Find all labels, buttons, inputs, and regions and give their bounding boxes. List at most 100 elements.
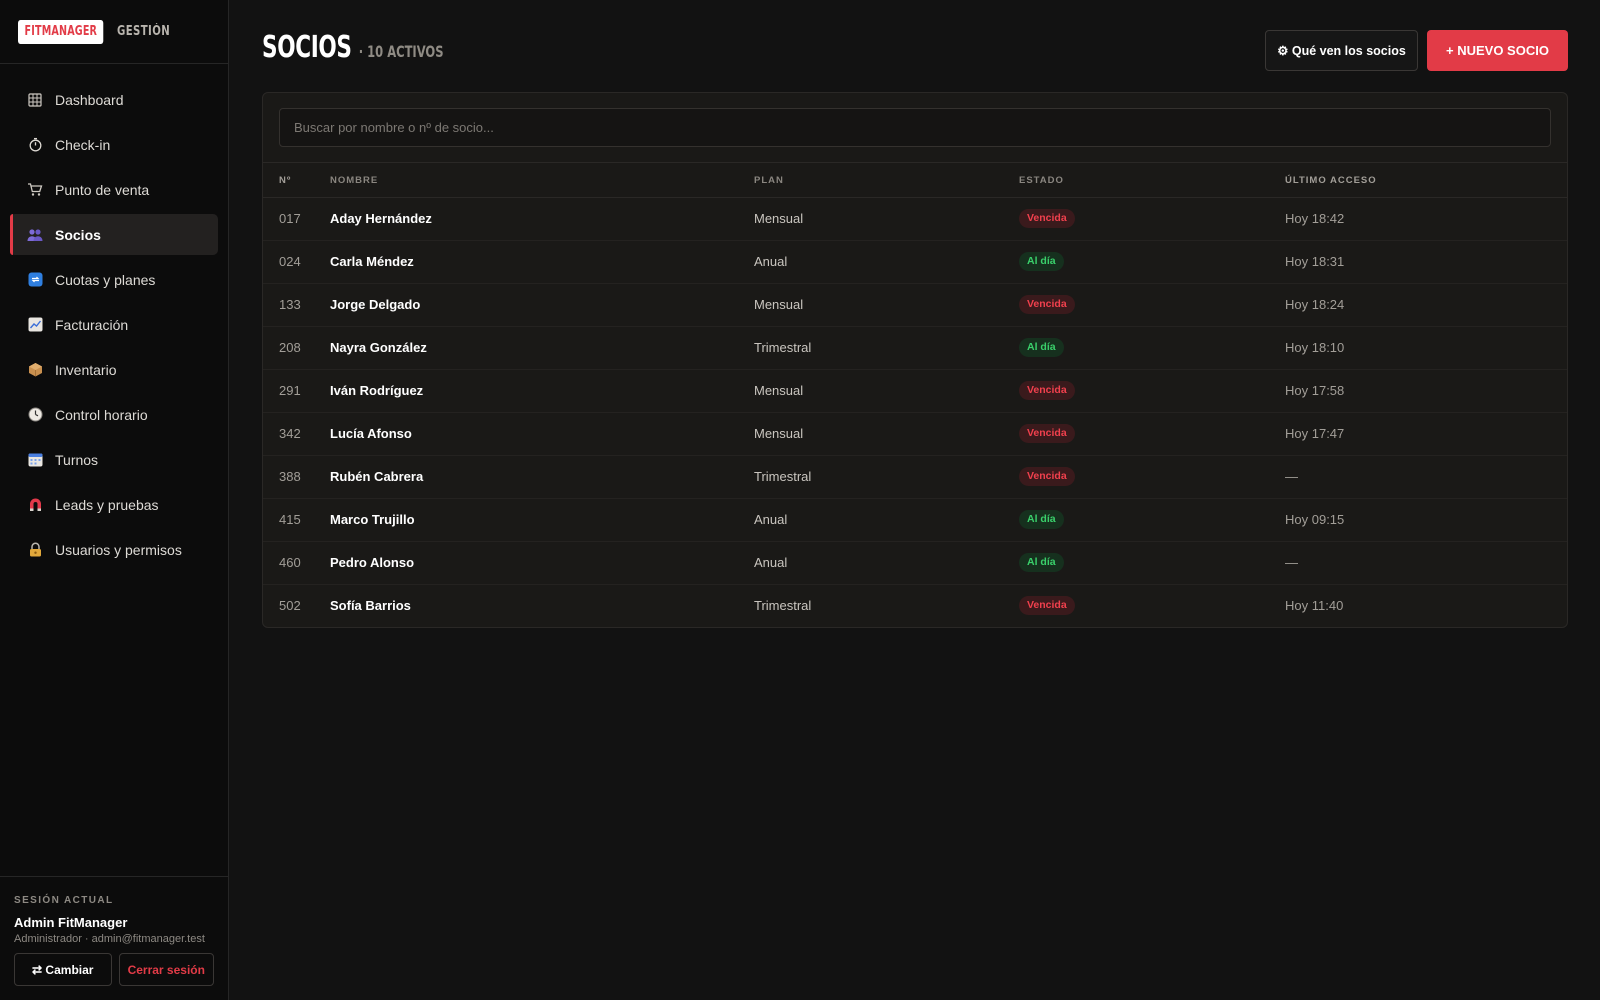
lock-icon [27, 542, 43, 558]
sidebar: FITMANAGER GESTIÓN Dashboard Check-in Punt… [0, 0, 229, 1000]
status-badge: Al día [1019, 338, 1064, 357]
table-row[interactable]: 342 Lucía Afonso Mensual Vencida Hoy 17:47 [263, 412, 1567, 455]
col-header-status[interactable]: ESTADO [1019, 163, 1285, 197]
member-number: 388 [279, 469, 301, 484]
sidebar-item-punto-de-venta[interactable]: Punto de venta [10, 169, 218, 210]
member-number: 291 [279, 383, 301, 398]
member-number: 342 [279, 426, 301, 441]
member-name[interactable]: Iván Rodríguez [330, 383, 423, 398]
brand-subtitle: GESTIÓN [117, 24, 171, 39]
sidebar-item-label: Turnos [55, 451, 99, 468]
cart-icon [27, 182, 43, 198]
sidebar-item-facturación[interactable]: Facturación [10, 304, 218, 345]
brand: FITMANAGER GESTIÓN [0, 0, 228, 64]
member-name[interactable]: Sofía Barrios [330, 598, 411, 613]
sidebar-item-socios[interactable]: Socios [10, 214, 218, 255]
member-plan: Anual [754, 555, 788, 570]
members-card: Nº NOMBRE PLAN ESTADO ÚLTIMO ACCESO 017 A… [262, 92, 1568, 628]
session-caption: SESIÓN ACTUAL [14, 895, 114, 906]
status-badge: Vencida [1019, 295, 1075, 314]
member-name-cell: Sofía Barrios [330, 584, 754, 627]
member-name[interactable]: Jorge Delgado [330, 297, 420, 312]
sidebar-item-label: Dashboard [55, 91, 124, 108]
member-name[interactable]: Lucía Afonso [330, 426, 412, 441]
status-badge: Al día [1019, 553, 1064, 572]
status-badge: Vencida [1019, 381, 1075, 400]
status-badge: Vencida [1019, 596, 1075, 616]
member-status-cell: Vencida [1019, 584, 1285, 627]
table-row[interactable]: 133 Jorge Delgado Mensual Vencida Hoy 18:24 [263, 283, 1567, 326]
table-row[interactable]: 017 Aday Hernández Mensual Vencida Hoy 18:42 [263, 197, 1567, 240]
logout-button[interactable]: Cerrar sesión [118, 953, 214, 986]
member-name-cell: Nayra González [330, 326, 754, 369]
col-header-last-access[interactable]: ÚLTIMO ACCESO [1285, 163, 1567, 197]
member-last-access: — [1285, 555, 1298, 570]
member-plan: Mensual [754, 383, 804, 398]
member-name[interactable]: Nayra González [330, 340, 427, 355]
member-name[interactable]: Aday Hernández [330, 211, 432, 226]
chart-icon [27, 317, 43, 333]
member-number: 017 [279, 211, 301, 226]
member-number: 460 [279, 555, 301, 570]
member-name-cell: Jorge Delgado [330, 283, 754, 326]
sidebar-nav: Dashboard Check-in Punto de venta Socios Cuo… [0, 64, 228, 570]
table-row[interactable]: 388 Rubén Cabrera Trimestral Vencida — [263, 455, 1567, 498]
member-plan: Anual [754, 512, 788, 527]
new-member-button[interactable]: + NUEVO SOCIO [1427, 30, 1568, 71]
sidebar-item-dashboard[interactable]: Dashboard [10, 79, 218, 120]
table-row[interactable]: 291 Iván Rodríguez Mensual Vencida Hoy 17:58 [263, 369, 1567, 412]
table-row[interactable]: 208 Nayra González Trimestral Al día Hoy 18:… [263, 326, 1567, 369]
member-last-access: Hoy 11:40 [1285, 598, 1344, 614]
member-name[interactable]: Marco Trujillo [330, 512, 415, 527]
sidebar-item-leads-y-pruebas[interactable]: Leads y pruebas [10, 484, 218, 525]
member-name[interactable]: Pedro Alonso [330, 555, 414, 570]
member-name-cell: Aday Hernández [330, 197, 754, 240]
member-number: 415 [279, 512, 301, 527]
member-name-cell: Rubén Cabrera [330, 455, 754, 498]
sidebar-item-label: Usuarios y permisos [55, 541, 182, 558]
table-row[interactable]: 502 Sofía Barrios Trimestral Vencida Hoy 11:… [263, 584, 1567, 627]
member-status-cell: Vencida [1019, 197, 1285, 240]
people-icon [27, 227, 43, 243]
member-status-cell: Al día [1019, 541, 1285, 584]
member-status-cell: Al día [1019, 498, 1285, 541]
member-status-cell: Al día [1019, 326, 1285, 369]
members-table: Nº NOMBRE PLAN ESTADO ÚLTIMO ACCESO 017 A… [263, 163, 1567, 627]
member-name[interactable]: Carla Méndez [330, 254, 414, 269]
table-row[interactable]: 460 Pedro Alonso Anual Al día — [263, 541, 1567, 584]
sidebar-item-control-horario[interactable]: Control horario [10, 394, 218, 435]
member-name-cell: Carla Méndez [330, 240, 754, 283]
session-user-name: Admin FitManager [14, 915, 128, 930]
table-row[interactable]: 415 Marco Trujillo Anual Al día Hoy 09:15 [263, 498, 1567, 541]
member-last-access: Hoy 18:24 [1285, 297, 1345, 312]
col-header-plan[interactable]: PLAN [754, 163, 1019, 197]
member-status-cell: Vencida [1019, 412, 1285, 455]
col-header-name[interactable]: NOMBRE [330, 163, 754, 197]
sidebar-item-turnos[interactable]: Turnos [10, 439, 218, 480]
status-badge: Vencida [1019, 209, 1075, 228]
member-number: 502 [279, 598, 301, 614]
member-name[interactable]: Rubén Cabrera [330, 469, 423, 484]
member-status-cell: Al día [1019, 240, 1285, 283]
member-last-access: Hoy 17:58 [1285, 383, 1345, 398]
col-header-num[interactable]: Nº [263, 163, 330, 197]
search-input[interactable] [279, 108, 1551, 147]
main-content: SOCIOS · 10 ACTIVOS ⚙ Qué ven los socios… [262, 0, 1568, 628]
sidebar-item-cuotas-y-planes[interactable]: Cuotas y planes [10, 259, 218, 300]
page-title-text: SOCIOS [262, 30, 352, 65]
change-user-button[interactable]: ⇄ Cambiar [14, 953, 112, 986]
sidebar-item-check-in[interactable]: Check-in [10, 124, 218, 165]
member-last-access: Hoy 09:15 [1285, 512, 1345, 527]
sidebar-item-inventario[interactable]: Inventario [10, 349, 218, 390]
status-badge: Al día [1019, 510, 1064, 529]
member-view-button[interactable]: ⚙ Qué ven los socios [1265, 30, 1418, 71]
sidebar-item-label: Facturación [55, 316, 129, 333]
sidebar-item-label: Leads y pruebas [55, 496, 159, 513]
member-name-cell: Iván Rodríguez [330, 369, 754, 412]
sidebar-item-usuarios-y-permisos[interactable]: Usuarios y permisos [10, 529, 218, 570]
table-row[interactable]: 024 Carla Méndez Anual Al día Hoy 18:31 [263, 240, 1567, 283]
brand-logo[interactable]: FITMANAGER [18, 19, 104, 44]
member-status-cell: Vencida [1019, 369, 1285, 412]
member-plan: Mensual [754, 297, 804, 312]
session-panel: SESIÓN ACTUAL Admin FitManager Administr… [0, 876, 228, 1000]
